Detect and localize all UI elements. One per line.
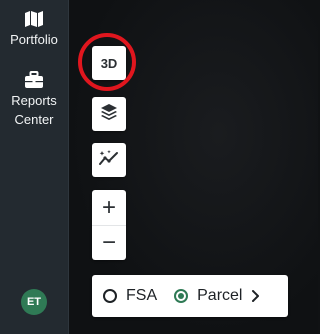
parcel-label: Parcel [197, 287, 243, 304]
sidebar-item-portfolio[interactable]: Portfolio [0, 8, 68, 49]
briefcase-icon [23, 69, 45, 91]
layers-icon [100, 103, 118, 126]
parcel-radio[interactable] [174, 289, 189, 303]
layers-button[interactable] [92, 97, 126, 131]
reports-label-line1: Reports [11, 93, 57, 108]
fsa-radio[interactable] [103, 289, 117, 303]
sidebar: Portfolio Reports Center ET [0, 0, 69, 334]
zoom-out-button[interactable]: − [92, 225, 126, 260]
sidebar-item-label: Portfolio [10, 32, 58, 47]
view-3d-button[interactable]: 3D [92, 46, 126, 80]
fsa-label: FSA [126, 287, 158, 304]
map-icon [23, 8, 45, 30]
avatar[interactable]: ET [21, 289, 47, 315]
sidebar-item-label: Reports [11, 91, 57, 110]
sidebar-item-reports-center[interactable]: Reports Center [0, 69, 68, 129]
sparkle-trend-icon [98, 149, 120, 172]
parcel-option[interactable]: Parcel [174, 287, 242, 305]
zoom-in-button[interactable]: + [92, 190, 126, 225]
zoom-control: + − [92, 190, 126, 260]
reports-label-line2: Center [14, 112, 54, 127]
chevron-right-icon[interactable] [250, 289, 260, 303]
fsa-option[interactable]: FSA [103, 287, 157, 305]
trend-analysis-button[interactable] [92, 143, 126, 177]
boundary-layer-toggle: FSA Parcel [92, 275, 288, 317]
